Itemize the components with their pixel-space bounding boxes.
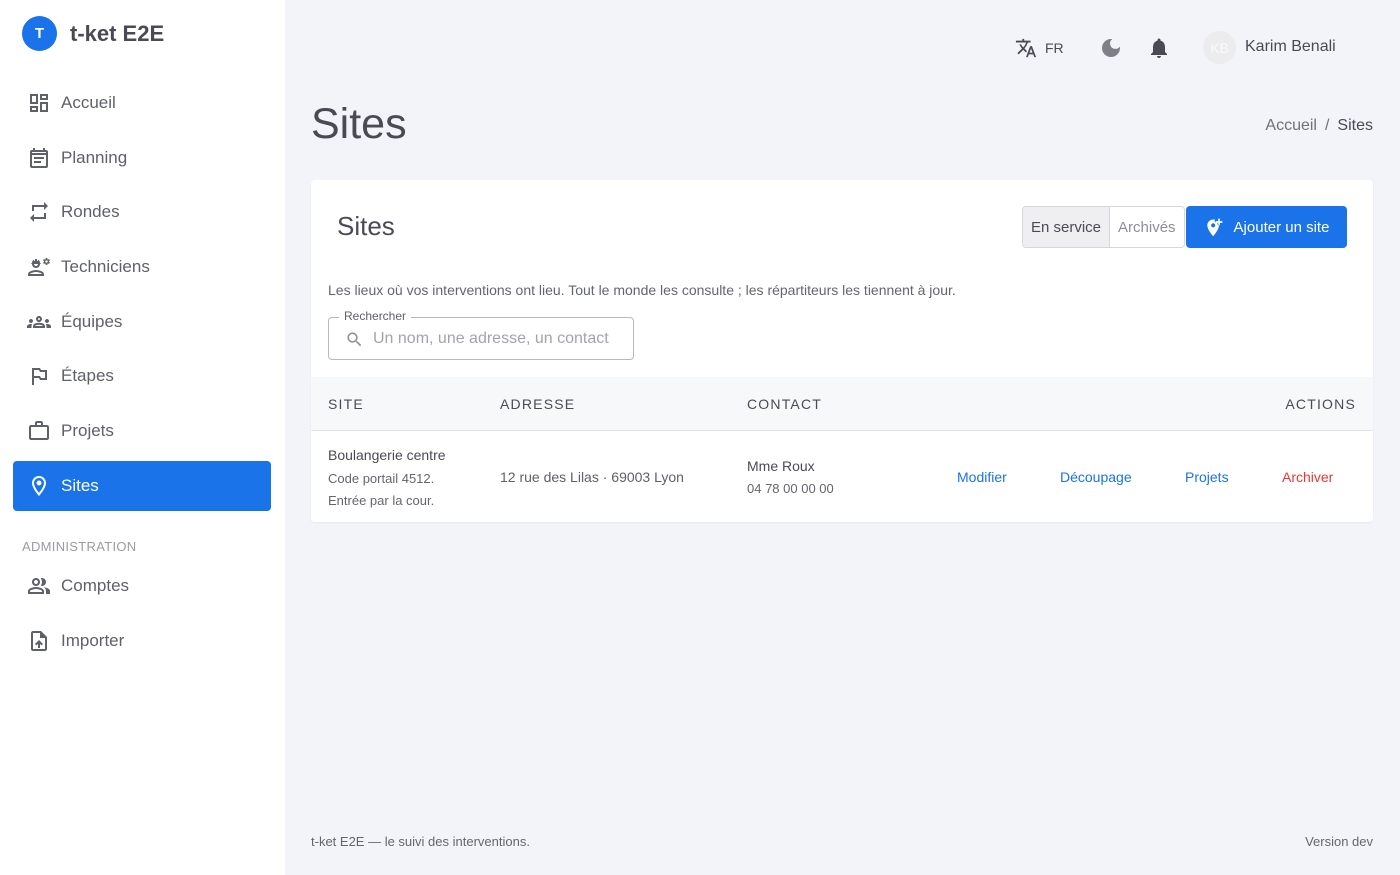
sidebar-item-sites[interactable]: Sites [13,461,271,511]
footer-version: Version dev [1305,834,1373,849]
repeat-icon [27,200,51,224]
sidebar-item-label: Techniciens [61,257,150,276]
column-header-contact[interactable]: CONTACT [747,396,822,412]
add-site-label: Ajouter un site [1233,218,1330,236]
sites-card: Sites En service Archivés Ajouter un sit… [311,180,1373,522]
sidebar-item-label: Équipes [61,312,123,331]
brand-logo: T [22,16,57,51]
breadcrumb-current: Sites [1337,117,1373,134]
avatar[interactable]: KB [1203,31,1236,64]
column-header-site[interactable]: SITE [328,396,364,412]
sidebar-item-etapes[interactable]: Étapes [13,351,271,401]
archive-site-button[interactable]: Archiver [1282,469,1333,485]
sidebar-item-comptes[interactable]: Comptes [13,561,271,611]
dashboard-icon [27,91,51,115]
filter-archives[interactable]: Archivés [1110,207,1184,247]
sidebar-item-label: Sites [61,476,99,495]
user-name[interactable]: Karim Benali [1245,38,1336,56]
briefcase-icon [27,419,51,443]
contact-name: Mme Roux [747,458,815,474]
engineer-icon [27,255,51,279]
sidebar-item-equipes[interactable]: Équipes [13,297,271,347]
card-description: Les lieux où vos interventions ont lieu.… [328,282,956,298]
site-note: Code portail 4512. [328,471,435,486]
breadcrumb-separator: / [1324,117,1330,134]
sidebar-item-rondes[interactable]: Rondes [13,187,271,237]
sidebar-item-label: Rondes [61,202,120,221]
site-name: Boulangerie centre [328,447,446,463]
notifications-button[interactable] [1147,36,1171,60]
sidebar-item-label: Projets [61,421,114,440]
search-icon [347,332,362,347]
sidebar-item-label: Planning [61,148,128,167]
status-filter: En service Archivés [1022,206,1185,248]
site-address: 12 rue des Lilas · 69003 Lyon [500,469,684,485]
column-header-actions: ACTIONS [1285,396,1356,412]
site-projects-button[interactable]: Projets [1185,469,1229,485]
edit-site-button[interactable]: Modifier [957,469,1007,485]
page-title: Sites [311,100,407,148]
sidebar-item-importer[interactable]: Importer [13,616,271,666]
moon-icon [1102,39,1120,57]
location-pin-icon [27,474,51,498]
card-title: Sites [337,211,395,241]
flag-icon [27,364,51,388]
search-input[interactable] [373,326,623,352]
column-header-adresse[interactable]: ADRESSE [500,396,575,412]
translate-icon [1015,38,1037,58]
footer-tagline: t-ket E2E — le suivi des interventions. [311,834,530,849]
app-title: t-ket E2E [70,20,165,46]
sidebar-item-label: Accueil [61,93,116,112]
language-label: FR [1045,40,1064,56]
decoupage-button[interactable]: Découpage [1060,469,1132,485]
site-note: Entrée par la cour. [328,493,435,508]
add-location-icon [1206,218,1222,237]
bell-icon [1151,38,1167,58]
dark-mode-toggle[interactable] [1099,36,1123,60]
breadcrumb: Accueil / Sites [1265,117,1373,135]
sidebar-section-label: ADMINISTRATION [22,539,137,554]
sidebar-item-planning[interactable]: Planning [13,133,271,183]
search-label: Rechercher [339,309,412,323]
search-field[interactable]: Rechercher [328,309,634,360]
sidebar-item-projets[interactable]: Projets [13,406,271,456]
table-header: SITE ADRESSE CONTACT ACTIONS [311,377,1373,431]
sidebar-item-label: Comptes [61,576,130,595]
table-row: Boulangerie centre Code portail 4512. En… [311,431,1373,522]
sidebar-item-techniciens[interactable]: Techniciens [13,242,271,292]
sidebar-item-label: Importer [61,631,125,650]
add-site-button[interactable]: Ajouter un site [1186,206,1347,248]
file-upload-icon [27,629,51,653]
sidebar-item-accueil[interactable]: Accueil [13,78,271,128]
language-switcher[interactable]: FR [1015,37,1064,59]
groups-icon [27,310,51,334]
breadcrumb-home[interactable]: Accueil [1265,117,1317,134]
brand[interactable]: T t-ket E2E [22,16,164,51]
sidebar: T t-ket E2E Accueil Planning Rondes Tech… [0,0,285,875]
calendar-icon [27,146,51,170]
people-icon [27,574,51,598]
filter-en-service[interactable]: En service [1023,207,1111,247]
sidebar-item-label: Étapes [61,366,114,385]
contact-phone: 04 78 00 00 00 [747,481,834,496]
